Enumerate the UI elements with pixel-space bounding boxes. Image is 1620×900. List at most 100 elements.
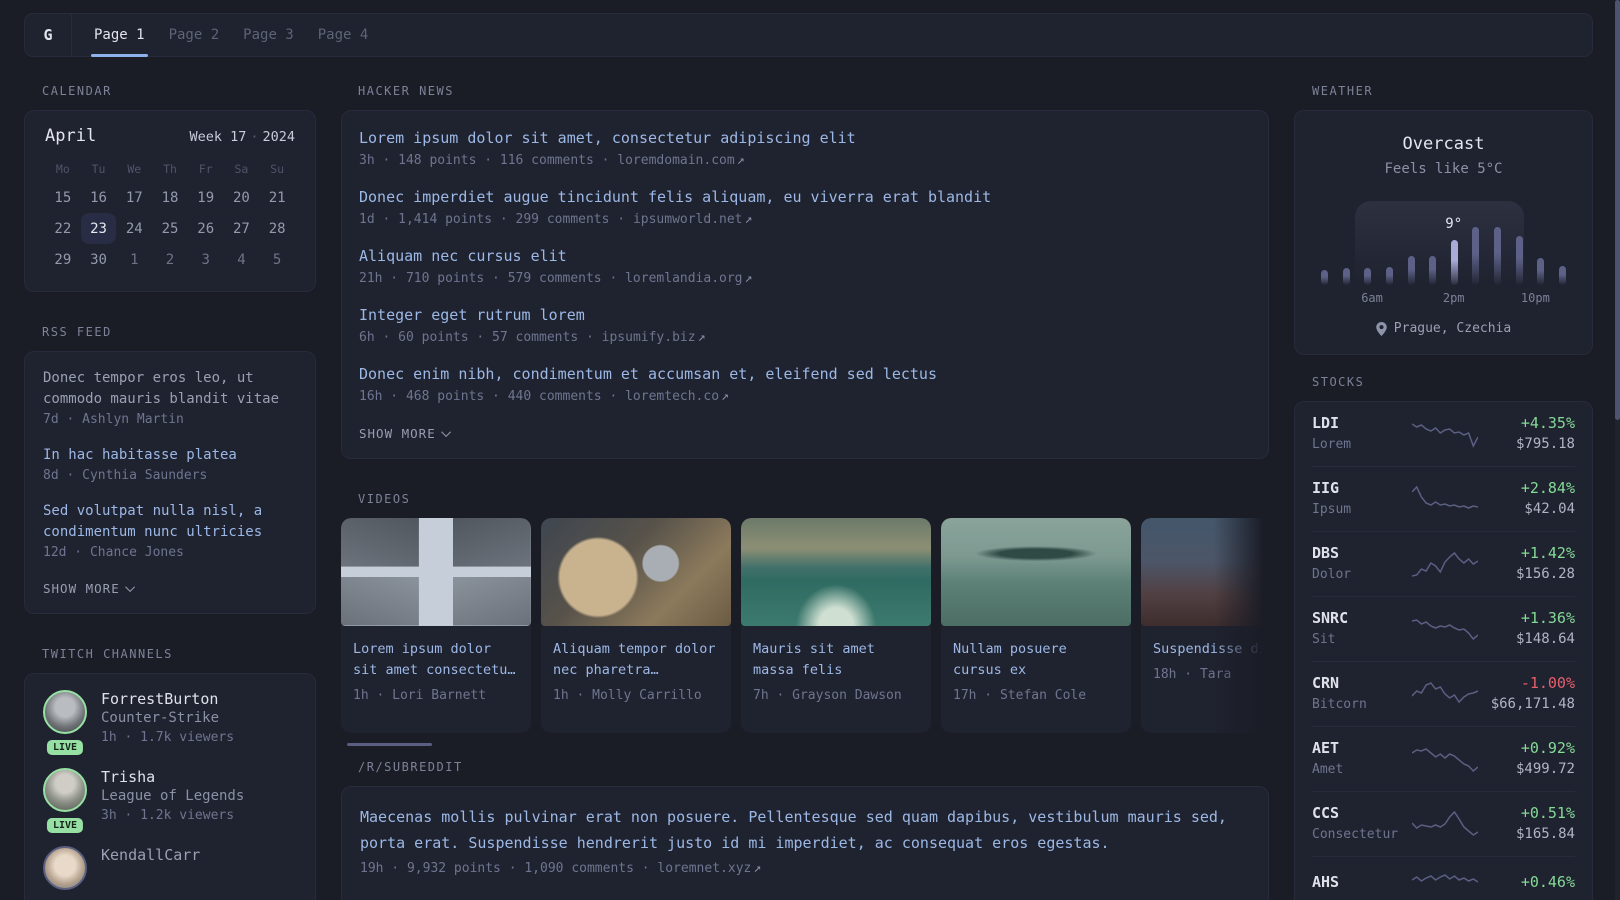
list-item: Donec enim nibh, condimentum et accumsan… <box>359 364 1251 406</box>
stock-change: +1.36% <box>1520 609 1575 627</box>
tab-page-1[interactable]: Page 1 <box>91 14 148 57</box>
weather-bar <box>1537 258 1545 285</box>
calendar-weekday: Fr <box>198 162 213 176</box>
rss-item-title[interactable]: Donec tempor eros leo, ut commodo mauris… <box>43 368 297 410</box>
stock-symbol[interactable]: DBS <box>1312 544 1407 563</box>
video-thumbnail[interactable] <box>1141 518 1269 626</box>
video-title[interactable]: Mauris sit amet massa felis <box>753 639 919 681</box>
weather-bar <box>1450 240 1458 285</box>
calendar-weekday: Sa <box>234 162 249 176</box>
stock-name: Sit <box>1312 632 1336 647</box>
channel-meta: 1h · 1.7k viewers <box>101 730 235 745</box>
stock-sparkline <box>1412 422 1478 448</box>
calendar-day: 27 <box>232 220 250 237</box>
list-item: KendallCarr <box>43 846 297 890</box>
hn-item-domain-link[interactable]: loremlandia.org <box>625 271 742 286</box>
rss-item-meta: 12d · Chance Jones <box>43 545 184 560</box>
video-title[interactable]: Aliquam tempor dolor nec pharetra… <box>553 639 719 681</box>
stock-symbol[interactable]: AHS <box>1312 873 1407 892</box>
table-row: LDI Lorem +4.35% $795.18 <box>1312 402 1575 466</box>
weather-bar <box>1472 227 1480 285</box>
tab-page-4[interactable]: Page 4 <box>317 14 370 56</box>
channel-name[interactable]: ForrestBurton <box>101 690 234 709</box>
tab-page-2[interactable]: Page 2 <box>168 14 221 56</box>
video-thumbnail[interactable] <box>741 518 931 626</box>
video-title[interactable]: Lorem ipsum dolor sit amet consectetu… <box>353 639 519 681</box>
video-title[interactable]: Suspendisse diam <box>1153 639 1269 660</box>
hn-item-domain-link[interactable]: ipsumworld.net <box>633 212 743 227</box>
calendar-weekday: Th <box>163 162 177 176</box>
calendar-date-grid: 15 16 17 18 19 20 21 22 23 24 25 26 27 28 29 30 1 2 3 4 5 <box>45 182 295 275</box>
hn-item-title[interactable]: Donec imperdiet augue tincidunt felis al… <box>359 187 1251 208</box>
hn-item-title[interactable]: Aliquam nec cursus elit <box>359 246 1251 267</box>
stock-sparkline <box>1412 551 1478 577</box>
hn-show-more-button[interactable]: SHOW MORE <box>359 426 451 441</box>
table-row: AET Amet +0.92% $499.72 <box>1312 726 1575 791</box>
channel-name[interactable]: KendallCarr <box>101 846 200 865</box>
hn-item-domain-link[interactable]: loremtech.co <box>625 389 719 404</box>
calendar-day: 29 <box>54 251 72 268</box>
rss-item-title[interactable]: In hac habitasse platea <box>43 445 297 466</box>
weather-bar <box>1558 266 1566 285</box>
reddit-post-title[interactable]: Maecenas mollis pulvinar erat non posuer… <box>360 804 1250 856</box>
channel-avatar-image <box>43 690 87 734</box>
channel-avatar-image <box>43 768 87 812</box>
hn-item-title[interactable]: Donec enim nibh, condimentum et accumsan… <box>359 364 1251 385</box>
stock-sparkline <box>1412 874 1478 883</box>
hn-item-title[interactable]: Integer eget rutrum lorem <box>359 305 1251 326</box>
reddit-post-meta: 19h · 9,932 points · 1,090 comments · lo… <box>360 861 762 876</box>
table-row: SNRC Sit +1.36% $148.64 <box>1312 596 1575 661</box>
video-thumbnail[interactable] <box>541 518 731 626</box>
hn-item-domain-link[interactable]: ipsumify.biz <box>602 330 696 345</box>
stock-symbol[interactable]: CCS <box>1312 804 1407 823</box>
video-card[interactable]: Nullam posuere cursus ex 17h · Stefan Co… <box>941 518 1131 733</box>
avatar[interactable] <box>43 846 87 890</box>
video-card[interactable]: Lorem ipsum dolor sit amet consectetu… 1… <box>341 518 531 733</box>
stock-symbol[interactable]: AET <box>1312 739 1407 758</box>
hn-item-domain-link[interactable]: loremdomain.com <box>617 153 734 168</box>
weather-time-label: 10pm <box>1520 291 1550 305</box>
stock-symbol[interactable]: CRN <box>1312 674 1407 693</box>
channel-category: Counter-Strike <box>101 710 220 726</box>
stock-change: +0.51% <box>1520 804 1575 822</box>
video-card[interactable]: Aliquam tempor dolor nec pharetra… 1h · … <box>541 518 731 733</box>
avatar[interactable]: LIVE <box>43 690 87 755</box>
avatar[interactable]: LIVE <box>43 768 87 833</box>
weather-condition: Overcast <box>1402 134 1485 154</box>
weather-bar <box>1494 227 1501 285</box>
location-pin-icon <box>1376 321 1387 336</box>
scrollbar-thumb[interactable] <box>1615 0 1620 420</box>
rss-item-title[interactable]: Sed volutpat nulla nisl, a condimentum n… <box>43 501 297 543</box>
tab-page-3[interactable]: Page 3 <box>242 14 295 56</box>
video-title[interactable]: Nullam posuere cursus ex <box>953 639 1119 681</box>
stock-sparkline <box>1412 618 1478 640</box>
weather-widget: Overcast Feels like 5°C 9° 6am 2pm 10pm Pr… <box>1294 110 1593 355</box>
hn-item-title[interactable]: Lorem ipsum dolor sit amet, consectetur … <box>359 128 1251 149</box>
calendar-day: 28 <box>268 220 286 237</box>
weather-bar <box>1429 256 1437 285</box>
list-item: Aliquam nec cursus elit 21h · 710 points… <box>359 246 1251 288</box>
app-logo[interactable]: G <box>25 14 72 56</box>
weather-bar <box>1515 236 1523 285</box>
rss-item-meta: 8d · Cynthia Saunders <box>43 468 208 483</box>
list-item: LIVE Trisha League of Legends 3h · 1.2k … <box>43 768 297 833</box>
stock-symbol[interactable]: SNRC <box>1312 609 1407 628</box>
stock-symbol[interactable]: IIG <box>1312 479 1407 498</box>
video-thumbnail[interactable] <box>341 518 531 626</box>
carousel-scrollbar[interactable] <box>347 743 432 746</box>
video-thumbnail[interactable] <box>941 518 1131 626</box>
calendar-day: 26 <box>197 220 215 237</box>
stock-name: Lorem <box>1312 437 1352 452</box>
stock-name: Dolor <box>1312 567 1352 582</box>
weather-bar <box>1364 268 1372 285</box>
reddit-post-domain-link[interactable]: loremnet.xyz <box>657 861 751 876</box>
video-card[interactable]: Mauris sit amet massa felis 7h · Grayson… <box>741 518 931 733</box>
rss-show-more-button[interactable]: SHOW MORE <box>43 581 135 596</box>
channel-name[interactable]: Trisha <box>101 768 244 787</box>
stock-change: +1.42% <box>1520 544 1575 562</box>
video-card[interactable]: Suspendisse diam 18h · Tara <box>1141 518 1269 733</box>
stock-symbol[interactable]: LDI <box>1312 414 1407 433</box>
calendar-weekday: Su <box>270 162 285 176</box>
weather-bar <box>1321 270 1328 285</box>
subreddit-widget: Maecenas mollis pulvinar erat non posuer… <box>341 786 1269 900</box>
